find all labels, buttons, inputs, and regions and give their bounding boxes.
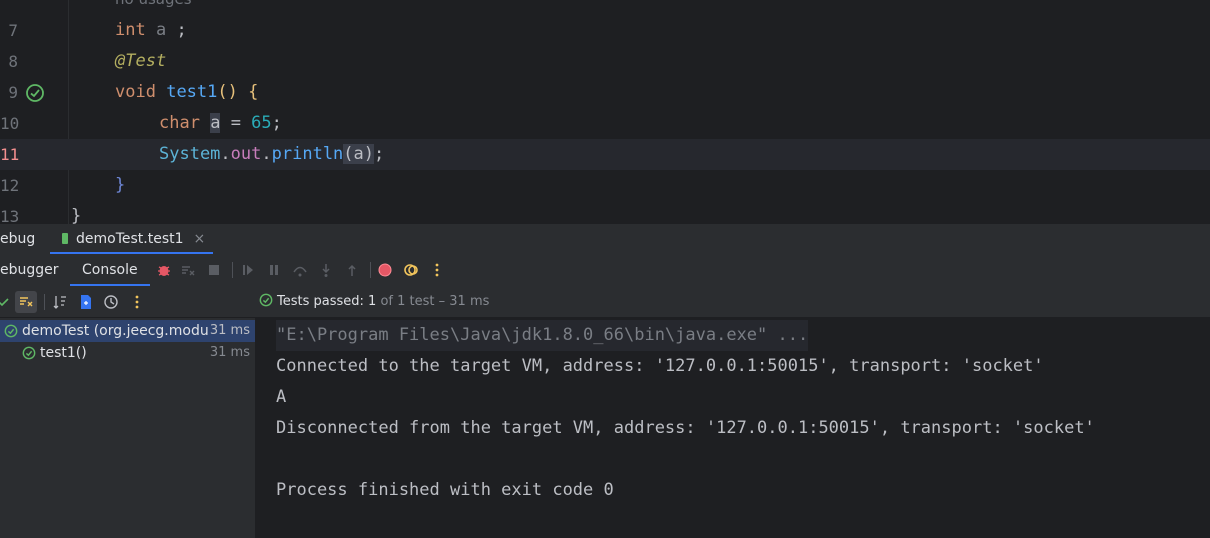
code-text: int a ;	[115, 15, 187, 46]
view-breakpoints-icon[interactable]	[377, 262, 393, 278]
code-line-7[interactable]: 7 int a ;	[0, 15, 1210, 46]
tree-item-label: demoTest (org.jeecg.modu	[22, 323, 209, 339]
code-line-10[interactable]: 10 char a = 65;	[0, 108, 1210, 139]
status-time: 31 ms	[449, 294, 490, 309]
field-name: out	[230, 144, 262, 164]
tree-item-demo-test[interactable]: demoTest (org.jeecg.modu 31 ms	[0, 320, 255, 342]
console-line: A	[276, 387, 287, 407]
usages-hint: no usages	[115, 0, 192, 15]
variable: a	[155, 20, 167, 40]
parens: ()	[217, 82, 238, 102]
line-number: 9	[8, 83, 18, 102]
console-line: Connected to the target VM, address: '12…	[276, 356, 1044, 376]
close-icon[interactable]: ×	[194, 231, 206, 247]
paren-close: )	[363, 144, 375, 164]
test-status: Tests passed: 1 of 1 test – 31 ms	[259, 286, 489, 317]
test-passed-icon	[259, 293, 273, 307]
console-line: Disconnected from the target VM, address…	[276, 418, 1095, 438]
code-text: void test1() {	[115, 77, 258, 108]
line-number: 13	[0, 207, 20, 224]
semicolon: ;	[374, 144, 385, 164]
code-line-hint: no usages	[0, 0, 1210, 15]
code-text: @Test	[115, 46, 166, 77]
more-options-icon[interactable]	[429, 262, 445, 278]
tab-debug[interactable]: ebug	[0, 224, 35, 254]
tree-item-test1[interactable]: test1() 31 ms	[0, 342, 255, 364]
operator: =	[220, 113, 252, 133]
code-line-9[interactable]: 9 void test1() {	[0, 77, 1210, 108]
bug-icon[interactable]	[156, 262, 172, 278]
status-dash: –	[434, 294, 450, 309]
status-prefix: Tests passed:	[277, 294, 369, 309]
variable-highlight: a	[210, 113, 221, 133]
code-line-11[interactable]: 11 System.out.println(a);	[0, 139, 1210, 170]
keyword: void	[115, 82, 156, 102]
tab-run-config[interactable]: demoTest.test1 ×	[50, 224, 214, 254]
code-editor[interactable]: no usages 7 int a ; 8 @Test 9 void test1…	[0, 0, 1210, 224]
semicolon: ;	[271, 113, 282, 133]
pause-icon[interactable]	[266, 262, 282, 278]
tree-item-time: 31 ms	[209, 323, 250, 338]
code-line-12[interactable]: 12 }	[0, 170, 1210, 201]
annotation: @Test	[115, 51, 167, 71]
code-text: }	[71, 206, 82, 224]
show-passed-icon[interactable]	[0, 294, 12, 310]
tab-run-config-label: demoTest.test1	[76, 231, 184, 247]
method-call: println	[271, 144, 344, 164]
mute-breakpoints-icon[interactable]	[180, 262, 196, 278]
test-tree: demoTest (org.jeecg.modu 31 ms test1() 3…	[0, 318, 256, 538]
code-line-8[interactable]: 8 @Test	[0, 46, 1210, 77]
history-icon[interactable]	[103, 294, 119, 310]
tree-item-label: test1()	[40, 345, 87, 361]
dot: .	[220, 144, 231, 164]
console-output[interactable]: "E:\Program Files\Java\jdk1.8.0_66\bin\j…	[256, 318, 1210, 538]
tab-console[interactable]: Console	[70, 254, 150, 286]
line-number: 8	[8, 52, 18, 71]
more-options-icon[interactable]	[129, 294, 145, 310]
line-number: 12	[0, 176, 20, 195]
filter-ignored-icon	[20, 297, 33, 307]
test-passed-icon	[22, 346, 36, 360]
stop-icon[interactable]	[206, 262, 222, 278]
line-number: 10	[0, 114, 20, 133]
show-ignored-toggle[interactable]	[15, 291, 37, 313]
status-total: of 1 test	[376, 294, 435, 309]
dot: .	[261, 144, 272, 164]
line-number: 11	[0, 145, 20, 164]
brace: {	[237, 82, 259, 102]
keyword: int	[115, 20, 146, 40]
code-rest: ;	[166, 20, 187, 40]
toolbar-separator	[370, 262, 371, 278]
resume-icon[interactable]	[240, 262, 256, 278]
argument: a	[353, 144, 364, 164]
class-name: System	[159, 144, 221, 164]
test-passed-gutter-icon[interactable]	[25, 83, 45, 103]
console-line: Process finished with exit code 0	[276, 480, 614, 500]
test-file-icon	[62, 233, 68, 244]
sort-icon[interactable]	[52, 294, 68, 310]
step-out-icon[interactable]	[344, 262, 360, 278]
toolbar-separator	[44, 294, 45, 310]
line-number: 7	[8, 21, 18, 40]
code-text: }	[115, 175, 126, 195]
export-icon[interactable]	[78, 294, 94, 310]
tree-item-time: 31 ms	[209, 345, 250, 360]
method-name: test1	[166, 82, 218, 102]
tab-debugger[interactable]: ebugger	[0, 254, 59, 286]
toolbar-separator	[232, 262, 233, 278]
step-over-icon[interactable]	[292, 262, 308, 278]
number-literal: 65	[251, 113, 272, 133]
code-text: char a = 65;	[159, 108, 282, 139]
keyword: char	[159, 113, 200, 133]
test-passed-icon	[4, 324, 18, 338]
tool-window-tabbar: ebug demoTest.test1 ×	[0, 224, 1210, 255]
console-line-command: "E:\Program Files\Java\jdk1.8.0_66\bin\j…	[276, 320, 809, 351]
code-line-13[interactable]: 13 }	[0, 201, 1210, 224]
test-results-toolbar: Tests passed: 1 of 1 test – 31 ms	[0, 286, 1210, 318]
mute-breakpoints-toggle-icon[interactable]	[403, 262, 419, 278]
code-text: System.out.println(a);	[159, 139, 384, 170]
step-into-icon[interactable]	[318, 262, 334, 278]
paren-open: (	[343, 144, 354, 164]
debug-toolbar: ebugger Console	[0, 254, 1210, 287]
